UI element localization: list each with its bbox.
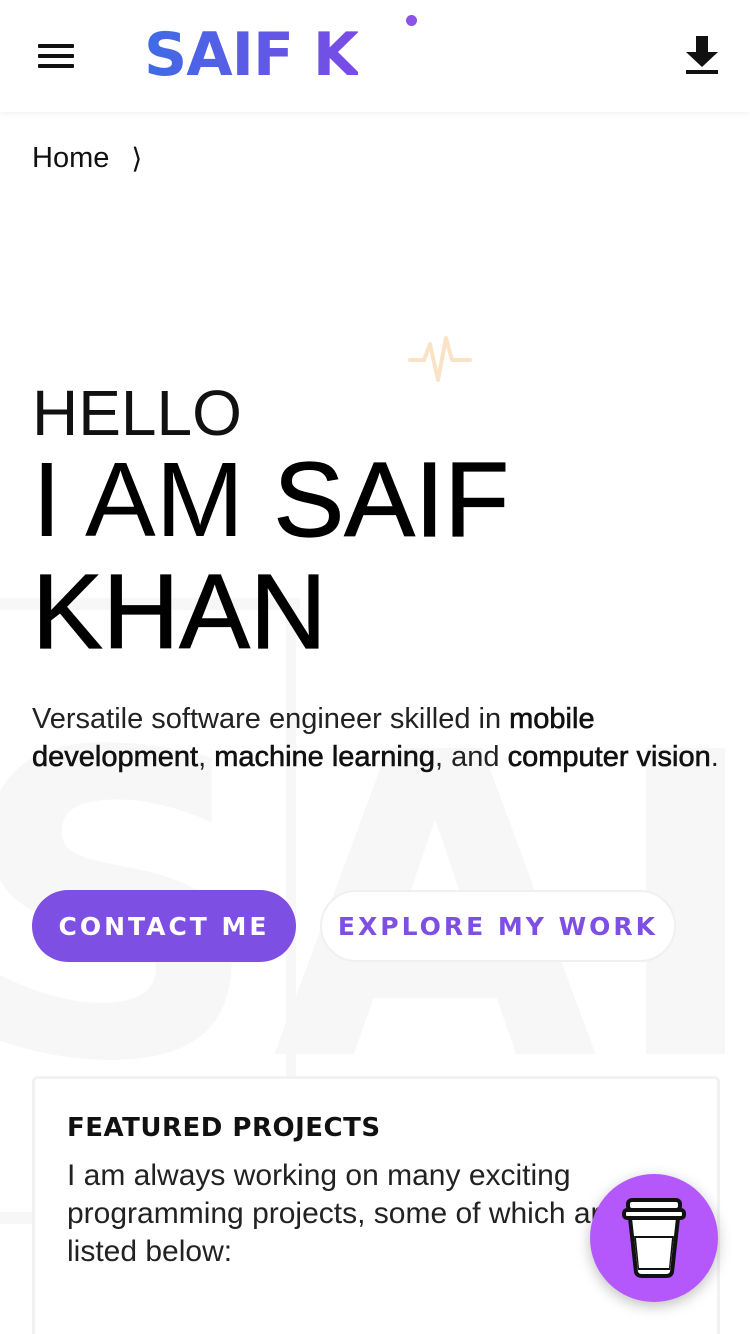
tagline-skill-cv: computer vision [507, 741, 711, 774]
hero-name-prefix: I AM [32, 441, 274, 559]
hero-greeting: HELLO [32, 377, 242, 449]
background-line [286, 598, 296, 1098]
contact-me-button[interactable]: CONTACT ME [32, 890, 296, 962]
site-logo[interactable]: SAIF K [144, 22, 359, 88]
hero-tagline: Versatile software engineer skilled in m… [32, 700, 722, 776]
download-icon[interactable] [682, 34, 722, 76]
logo-dot [406, 15, 417, 26]
breadcrumb-separator-icon: ⟩ [131, 143, 143, 174]
tagline-end: . [710, 741, 719, 773]
featured-projects-title: FEATURED PROJECTS [67, 1113, 381, 1143]
tagline-separator: , [198, 741, 215, 773]
tagline-separator: , and [435, 741, 508, 773]
breadcrumb-home-link[interactable]: Home [32, 142, 109, 175]
hamburger-menu-icon[interactable] [30, 38, 82, 74]
hero-name: I AM SAIF KHAN [31, 441, 510, 671]
breadcrumb: Home ⟩ [32, 142, 142, 175]
tagline-intro: Versatile software engineer skilled in [32, 703, 510, 735]
pulse-icon [408, 330, 472, 388]
buy-me-a-coffee-button[interactable] [590, 1174, 718, 1302]
coffee-cup-icon [622, 1198, 686, 1278]
hero-name-first: SAIF [273, 441, 510, 559]
tagline-skill-ml: machine learning [214, 741, 436, 774]
top-app-bar: SAIF K [0, 0, 750, 112]
hero-name-last: KHAN [31, 553, 327, 671]
page: SAIF SAIF K Home ⟩ HELLO I AM SAIF KHAN [0, 0, 750, 1334]
explore-my-work-button[interactable]: EXPLORE MY WORK [320, 890, 676, 962]
